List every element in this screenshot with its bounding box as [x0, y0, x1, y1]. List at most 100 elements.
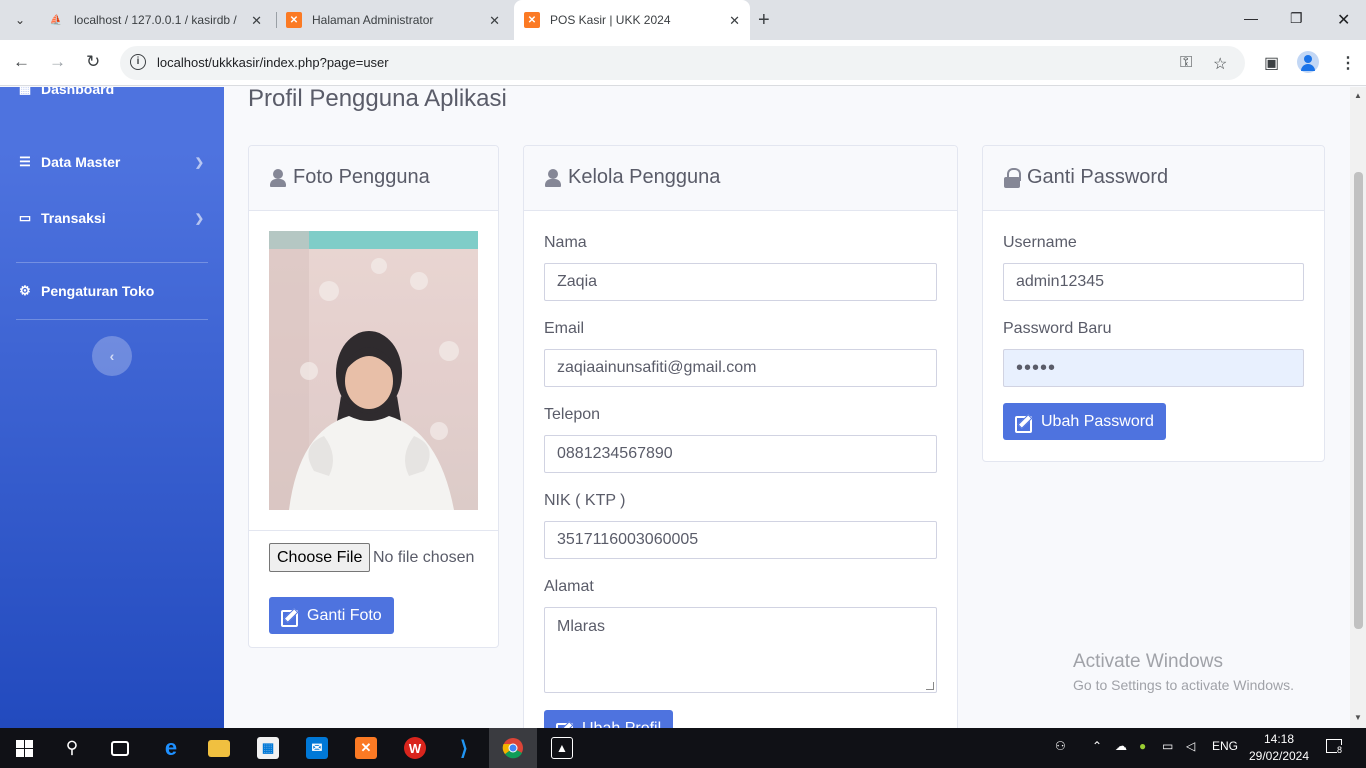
card-title: Foto Pengguna [269, 166, 430, 189]
photos-icon[interactable]: ▲ [538, 728, 586, 768]
clock-date: 29/02/2024 [1248, 749, 1310, 763]
forward-arrow-icon[interactable]: → [49, 52, 66, 72]
xampp-icon: ✕ [524, 12, 540, 28]
key-icon[interactable]: ⚿ [1180, 54, 1192, 72]
chevron-right-icon: ❯ [194, 212, 204, 225]
nik-input[interactable]: 3517116003060005 [544, 521, 937, 559]
site-info-icon[interactable]: i [130, 54, 146, 70]
watermark-line1: Activate Windows [1073, 651, 1223, 672]
clock-time: 14:18 [1263, 732, 1295, 746]
sidebar-divider [16, 319, 208, 320]
task-view-icon[interactable] [96, 728, 144, 768]
sidebar-item-transaksi[interactable]: ▭ Transaksi ❯ [16, 210, 208, 226]
ubah-profil-button[interactable]: Ubah Profil [544, 710, 674, 728]
close-icon[interactable]: ✕ [251, 13, 262, 29]
tab-search-chevron-icon[interactable]: ⌄ [8, 8, 32, 32]
search-icon[interactable]: ⚲ [48, 728, 96, 768]
email-input[interactable]: zaqiaainunsafiti@gmail.com [544, 349, 937, 387]
volume-icon[interactable]: ◁ [1186, 739, 1195, 753]
telepon-input[interactable]: 0881234567890 [544, 435, 937, 473]
button-label: Ubah Password [1041, 412, 1154, 430]
kebab-menu-icon[interactable]: ⋮ [1340, 53, 1356, 73]
password-baru-input[interactable]: ••••• [1003, 349, 1304, 387]
new-tab-plus-icon[interactable]: + [758, 9, 770, 32]
notification-center-icon[interactable]: 8 [1326, 739, 1343, 756]
card-header: Kelola Pengguna [524, 146, 957, 211]
store-icon[interactable]: ▦ [244, 728, 292, 768]
chrome-icon[interactable] [489, 728, 537, 768]
window-close-icon[interactable]: ✕ [1337, 10, 1350, 30]
alamat-textarea[interactable]: Mlaras [544, 607, 937, 693]
chrome-logo-icon [502, 738, 523, 759]
scroll-down-arrow-icon[interactable]: ▼ [1354, 713, 1362, 722]
no-file-text: No file chosen [373, 549, 475, 566]
page-scrollbar[interactable]: ▲ ▼ [1350, 87, 1366, 728]
tab-phpmyadmin[interactable]: ⛵ localhost / 127.0.0.1 / kasirdb / ✕ [38, 0, 272, 40]
file-explorer-icon[interactable] [195, 728, 243, 768]
sidebar-toggle-button[interactable]: ‹ [92, 336, 132, 376]
close-icon[interactable]: ✕ [489, 13, 500, 29]
sidebar-item-data-master[interactable]: ☰ Data Master ❯ [16, 154, 208, 170]
browser-tab-strip: ⌄ ⛵ localhost / 127.0.0.1 / kasirdb / ✕ … [0, 0, 1366, 40]
mail-icon[interactable]: ✉ [293, 728, 341, 768]
edit-icon [281, 608, 299, 627]
back-arrow-icon[interactable]: ← [13, 52, 30, 72]
edge-icon[interactable]: e [147, 728, 195, 768]
wps-office-icon[interactable]: W [391, 728, 439, 768]
notification-count: 8 [1337, 745, 1343, 755]
edit-icon [556, 721, 574, 728]
minimize-icon[interactable]: — [1244, 10, 1258, 26]
restore-icon[interactable]: ❐ [1290, 10, 1303, 27]
sidebar-item-dashboard[interactable]: ▦ Dashboard [16, 87, 208, 97]
side-panel-icon[interactable]: ▣ [1264, 53, 1279, 73]
choose-file-button[interactable]: Choose File [269, 543, 371, 572]
dashboard-icon: ▦ [18, 87, 32, 96]
vscode-icon[interactable]: ⟩ [440, 728, 488, 768]
chevron-up-icon[interactable]: ⌃ [1092, 739, 1102, 753]
tab-title: localhost / 127.0.0.1 / kasirdb / [74, 13, 237, 27]
alamat-label: Alamat [544, 578, 594, 595]
card-divider [249, 530, 498, 531]
sidebar-item-pengaturan-toko[interactable]: ⚙ Pengaturan Toko [16, 283, 208, 299]
url-text: localhost/ukkkasir/index.php?page=user [157, 55, 389, 70]
language-indicator[interactable]: ENG [1212, 739, 1238, 753]
ganti-password-card: Ganti Password Username admin12345 Passw… [982, 145, 1325, 462]
user-photo-image [269, 231, 478, 510]
card-header: Foto Pengguna [249, 146, 498, 211]
windows-start-icon[interactable] [0, 728, 48, 768]
card-title: Kelola Pengguna [544, 166, 720, 189]
cogs-icon: ⚙ [19, 283, 31, 298]
nama-input[interactable]: Zaqia [544, 263, 937, 301]
xampp-taskbar-icon[interactable]: ✕ [342, 728, 390, 768]
kelola-pengguna-card: Kelola Pengguna Nama Zaqia Email zaqiaai… [523, 145, 958, 728]
card-title-text: Foto Pengguna [293, 166, 430, 188]
people-icon[interactable]: ⚇ [1055, 739, 1066, 753]
page-title: Profil Pengguna Aplikasi [248, 87, 507, 112]
address-bar[interactable]: i localhost/ukkkasir/index.php?page=user… [120, 46, 1245, 80]
resize-grip-icon[interactable] [926, 682, 934, 690]
nama-label: Nama [544, 234, 587, 251]
network-icon[interactable]: ▭ [1162, 739, 1173, 753]
scroll-up-arrow-icon[interactable]: ▲ [1354, 91, 1362, 100]
clock[interactable]: 14:18 29/02/2024 [1248, 731, 1310, 765]
watermark-line2: Go to Settings to activate Windows. [1073, 677, 1294, 693]
tab-halaman-administrator[interactable]: ✕ Halaman Administrator ✕ [276, 0, 510, 40]
profile-avatar-icon[interactable] [1297, 51, 1319, 73]
username-input[interactable]: admin12345 [1003, 263, 1304, 301]
activate-windows-watermark: Activate Windows Go to Settings to activ… [1073, 651, 1294, 693]
nik-label: NIK ( KTP ) [544, 492, 626, 509]
reload-icon[interactable]: ↻ [86, 52, 100, 72]
email-label: Email [544, 320, 585, 337]
close-icon[interactable]: ✕ [729, 13, 740, 29]
security-icon[interactable]: ● [1139, 739, 1146, 753]
sidebar-item-label: Transaksi [41, 210, 106, 226]
scroll-thumb[interactable] [1354, 172, 1363, 629]
bookmark-star-icon[interactable]: ☆ [1213, 54, 1227, 74]
ubah-password-button[interactable]: Ubah Password [1003, 403, 1166, 440]
tab-pos-kasir[interactable]: ✕ POS Kasir | UKK 2024 ✕ [514, 0, 750, 40]
foto-pengguna-card: Foto Pengguna Choose File No file chosen… [248, 145, 499, 648]
main-content: Profil Pengguna Aplikasi Foto Pengguna C… [224, 87, 1350, 728]
card-title-text: Ganti Password [1027, 166, 1169, 188]
ganti-foto-button[interactable]: Ganti Foto [269, 597, 394, 634]
cloud-icon[interactable]: ☁ [1115, 739, 1127, 753]
